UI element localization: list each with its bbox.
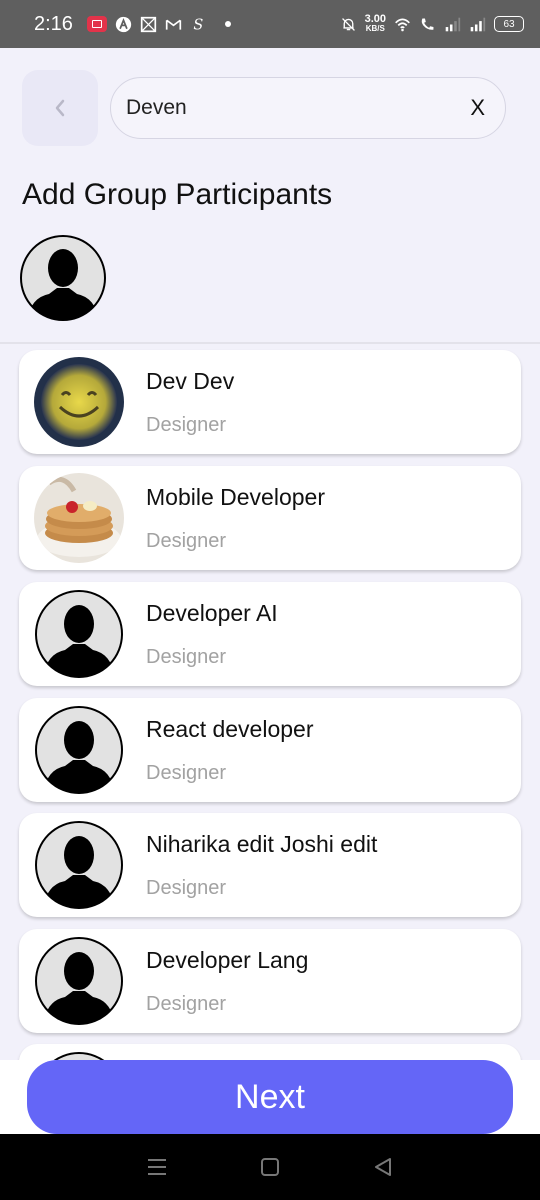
mute-bell-icon xyxy=(340,16,357,33)
home-button[interactable] xyxy=(258,1155,282,1179)
notification-icons: S xyxy=(86,16,231,33)
chevron-left-icon xyxy=(52,97,68,119)
s-app-icon: S xyxy=(190,16,207,33)
signal-2-icon xyxy=(469,16,486,33)
battery-indicator: 63 xyxy=(494,16,524,32)
avatar xyxy=(34,473,124,563)
participant-role: Designer xyxy=(146,414,227,436)
pancake-photo-icon xyxy=(34,473,124,563)
screen-record-icon xyxy=(86,16,107,32)
participant-name: Developer AI xyxy=(146,600,278,626)
next-button[interactable]: Next xyxy=(27,1060,513,1134)
person-silhouette-icon xyxy=(35,937,123,1025)
participant-card[interactable]: Niharika edit Joshi edit Designer xyxy=(19,813,521,917)
more-notifications-icon xyxy=(224,21,231,27)
participant-list[interactable]: Dev Dev Designer Mobile Developer Design… xyxy=(0,344,540,1060)
search-input[interactable] xyxy=(126,96,471,120)
person-silhouette-icon xyxy=(35,821,123,909)
smiley-photo-icon xyxy=(34,357,124,447)
clear-search-button[interactable]: X xyxy=(470,95,485,121)
wifi-icon xyxy=(394,16,411,33)
person-silhouette-icon xyxy=(53,1052,105,1060)
system-icons: 3.00 KB/S 63 xyxy=(340,14,524,34)
participant-card-partial[interactable] xyxy=(19,1044,521,1060)
avatar xyxy=(34,820,124,910)
participant-role: Designer xyxy=(146,646,227,668)
back-button[interactable] xyxy=(22,70,98,146)
participant-card[interactable]: Developer Lang Designer xyxy=(19,929,521,1033)
participant-role: Designer xyxy=(146,993,227,1015)
signal-1-icon xyxy=(444,16,461,33)
system-navigation-bar xyxy=(0,1134,540,1200)
triangle-back-icon xyxy=(375,1158,392,1176)
participant-role: Designer xyxy=(146,877,227,899)
square-icon xyxy=(260,1158,279,1176)
menu-lines-icon xyxy=(147,1159,166,1175)
gmail-icon xyxy=(165,16,182,33)
selected-participant-avatar[interactable] xyxy=(19,234,107,322)
avatar xyxy=(34,589,124,679)
participant-card[interactable]: Mobile Developer Designer xyxy=(19,466,521,570)
participant-name: Developer Lang xyxy=(146,947,309,973)
participant-card[interactable]: Dev Dev Designer xyxy=(19,350,521,454)
participant-name: Mobile Developer xyxy=(146,484,325,510)
speed-unit: KB/S xyxy=(365,24,385,33)
network-speed: 3.00 KB/S xyxy=(365,14,386,34)
avatar xyxy=(34,936,124,1026)
avatar xyxy=(34,1051,124,1060)
status-bar: 2:16 S 3.00 KB/S 63 xyxy=(0,0,540,48)
participant-name: Niharika edit Joshi edit xyxy=(146,831,378,857)
avatar xyxy=(34,705,124,795)
search-box[interactable]: X xyxy=(110,77,506,139)
participant-role: Designer xyxy=(146,762,227,784)
participant-name: Dev Dev xyxy=(146,368,235,394)
app-a-icon xyxy=(115,16,132,33)
page-title: Add Group Participants xyxy=(22,178,333,211)
participant-card[interactable]: Developer AI Designer xyxy=(19,582,521,686)
participant-card[interactable]: React developer Designer xyxy=(19,698,521,802)
system-back-button[interactable] xyxy=(371,1155,395,1179)
participant-name: React developer xyxy=(146,716,314,742)
svg-text:S: S xyxy=(193,17,203,32)
person-silhouette-icon xyxy=(20,235,106,321)
person-silhouette-icon xyxy=(35,590,123,678)
person-silhouette-icon xyxy=(35,706,123,794)
status-time: 2:16 xyxy=(34,12,73,35)
recent-apps-button[interactable] xyxy=(145,1155,169,1179)
grid-app-icon xyxy=(140,16,157,33)
participant-role: Designer xyxy=(146,530,227,552)
volte-call-icon xyxy=(419,16,436,33)
avatar xyxy=(34,357,124,447)
